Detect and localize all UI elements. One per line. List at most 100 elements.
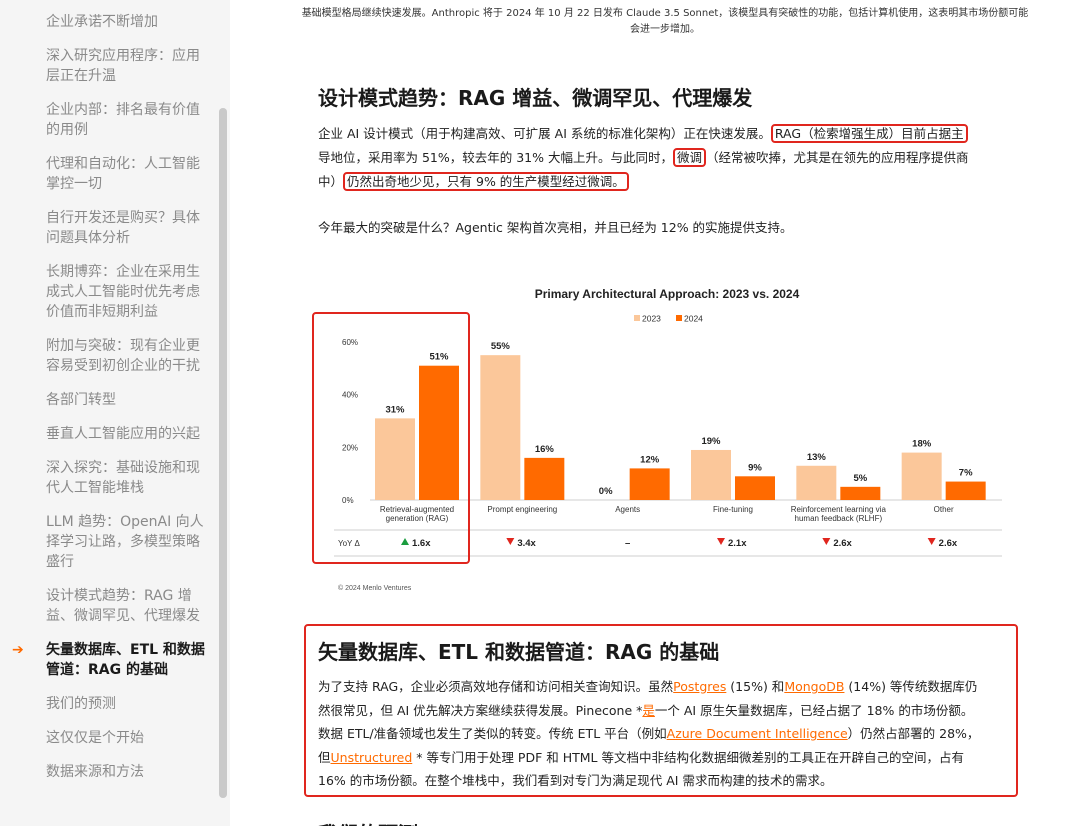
arrow-down-icon — [927, 538, 936, 545]
link-unstructured[interactable]: Unstructured — [331, 750, 413, 765]
text-line: 16% 的市场份额。在整个堆栈中，我们看到对专门为满足现代 AI 需求而构建的技… — [318, 773, 833, 788]
sidebar-scrollbar[interactable] — [219, 108, 227, 798]
data-label: 0% — [599, 486, 613, 497]
text-span: (15%) 和 — [726, 679, 785, 694]
sidebar-item[interactable]: 代理和自动化：人工智能掌控一切 — [0, 154, 220, 194]
sidebar-item[interactable]: 深入探究：基础设施和现代人工智能堆栈 — [0, 458, 220, 498]
x-category-label: Prompt engineering — [487, 505, 557, 514]
sidebar-item[interactable]: 自行开发还是购买？具体问题具体分析 — [0, 208, 220, 248]
sidebar-item-label: 自行开发还是购买？具体问题具体分析 — [46, 210, 200, 246]
yoy-value: – — [625, 538, 630, 549]
data-label: 19% — [701, 436, 721, 447]
data-label: 55% — [491, 341, 511, 352]
sidebar-item[interactable]: 各部门转型 — [0, 390, 220, 410]
chart-copyright: © 2024 Menlo Ventures — [338, 584, 412, 592]
text-span: （经常被吹捧，尤其是在领先的应用程序提供商 — [706, 150, 969, 165]
x-category-label: human feedback (RLHF) — [795, 514, 883, 523]
bar-2023-3 — [691, 449, 731, 500]
text-span: 然很常见，但 AI 优先解决方案继续获得发展。Pinecone * — [318, 702, 643, 718]
legend-label-2024: 2024 — [684, 314, 703, 324]
text-span: 一个 AI 原生矢量数据库，已经占据了 18% 的市场份额。 — [654, 702, 974, 718]
sidebar-item-label: 这仅仅是个开始 — [46, 730, 144, 746]
section-paragraph-1: 企业 AI 设计模式（用于构建高效、可扩展 AI 系统的标准化架构）正在快速发展… — [318, 122, 1038, 194]
sidebar-item[interactable]: ➔ 矢量数据库、ETL 和数据管道：RAG 的基础 — [0, 640, 220, 680]
sidebar-scrollbar-thumb[interactable] — [219, 108, 227, 798]
sidebar-nav: 企业承诺不断增加深入研究应用程序：应用层正在升温 企业内部：排名最有价值的用例 代理… — [0, 12, 220, 796]
bar-2023-4 — [796, 465, 837, 500]
sidebar-item[interactable]: 数据来源和方法 — [0, 762, 220, 782]
legend-swatch-2023 — [634, 315, 640, 321]
sidebar-item[interactable]: 这仅仅是个开始 — [0, 728, 220, 748]
section-heading-vector-db: 矢量数据库、ETL 和数据管道：RAG 的基础 — [318, 640, 720, 664]
link-azure-document-intelligence[interactable]: Azure Document Intelligence — [667, 726, 848, 741]
sidebar-item-label: 我们的预测 — [46, 696, 116, 712]
legend-label-2023: 2023 — [642, 314, 661, 324]
sidebar-item-label: 数据来源和方法 — [46, 764, 144, 780]
sidebar-item-label: 长期博弈：企业在采用生成式人工智能时优先考虑价值而非短期利益 — [46, 264, 200, 320]
sidebar-item-label: 垂直人工智能应用的兴起 — [46, 426, 200, 442]
sidebar-item[interactable]: 设计模式趋势：RAG 增益、微调罕见、代理爆发 — [0, 586, 220, 626]
sidebar-item[interactable]: 深入研究应用程序：应用层正在升温 — [0, 46, 220, 86]
sidebar-item-label: 设计模式趋势：RAG 增益、微调罕见、代理爆发 — [46, 588, 200, 624]
section-heading-design-patterns: 设计模式趋势：RAG 增益、微调罕见、代理爆发 — [318, 86, 753, 110]
sidebar-item-label: 企业承诺不断增加 — [46, 14, 158, 30]
sidebar-item[interactable]: 企业内部：排名最有价值的用例 — [0, 100, 220, 140]
arrow-down-icon — [822, 538, 831, 545]
data-label: 12% — [640, 454, 660, 465]
highlight-finetune: 微调 — [673, 148, 707, 167]
legend-swatch-2024 — [676, 315, 682, 321]
sidebar-item-label: 代理和自动化：人工智能掌控一切 — [46, 156, 200, 192]
sidebar-item-label: 各部门转型 — [46, 392, 116, 408]
link-pinecone[interactable]: 是 — [642, 703, 655, 718]
bar-2023-5 — [901, 452, 942, 500]
yoy-value: 3.4x — [517, 538, 536, 549]
text-span: 为了支持 RAG，企业必须高效地存储和访问相关查询知识。虽然 — [318, 679, 674, 694]
highlight-rag: RAG（检索增强生成）目前占据主 — [770, 124, 968, 143]
active-arrow-icon: ➔ — [12, 642, 24, 658]
chart-title: Primary Architectural Approach: 2023 vs.… — [535, 287, 800, 301]
sidebar-item-label: 深入研究应用程序：应用层正在升温 — [46, 48, 200, 84]
bar-2024-2 — [629, 468, 670, 500]
data-label: 9% — [748, 462, 762, 473]
section-paragraph-3: 为了支持 RAG，企业必须高效地存储和访问相关查询知识。虽然Postgres (… — [318, 675, 1004, 793]
link-postgres[interactable]: Postgres — [673, 679, 726, 694]
section-heading-predictions: 我们的预测 — [318, 818, 418, 826]
arrow-down-icon — [717, 538, 725, 545]
data-label: 18% — [912, 439, 932, 450]
text-span: 导地位，采用率为 51%，较去年的 31% 大幅上升。与此同时， — [318, 150, 673, 165]
section-vector-db: 矢量数据库、ETL 和数据管道：RAG 的基础 为了支持 RAG，企业必须高效地… — [304, 624, 1018, 797]
yoy-value: 2.1x — [728, 538, 747, 549]
x-category-label: Other — [934, 505, 954, 514]
sidebar-item[interactable]: 长期博弈：企业在采用生成式人工智能时优先考虑价值而非短期利益 — [0, 262, 220, 322]
figure-caption: 基础模型格局继续快速发展。Anthropic 将于 2024 年 10 月 22… — [301, 8, 1029, 35]
sidebar-item[interactable]: 垂直人工智能应用的兴起 — [0, 424, 220, 444]
bar-2024-1 — [524, 457, 565, 500]
section-paragraph-2: 今年最大的突破是什么？Agentic 架构首次亮相，并且已经为 12% 的实施提… — [318, 220, 793, 235]
yoy-value: 2.6x — [939, 538, 958, 549]
sidebar-item-label: 企业内部：排名最有价值的用例 — [46, 102, 200, 138]
highlight-rag-bars — [312, 312, 470, 564]
data-label: 13% — [807, 452, 827, 463]
sidebar-item-label: 矢量数据库、ETL 和数据管道：RAG 的基础 — [46, 642, 205, 678]
data-label: 5% — [853, 473, 867, 484]
x-category-label: Fine-tuning — [713, 505, 753, 514]
sidebar-item[interactable]: 企业承诺不断增加 — [0, 12, 220, 32]
sidebar-item-label: LLM 趋势：OpenAI 向人择学习让路，多模型策略盛行 — [46, 514, 204, 570]
text-span: * 等专门用于处理 PDF 和 HTML 等文档中非结构化数据细微差别的工具正在… — [412, 749, 964, 765]
data-label: 16% — [535, 444, 555, 455]
text-span: 中） — [318, 174, 344, 189]
x-category-label: Agents — [615, 505, 640, 514]
link-mongodb[interactable]: MongoDB — [784, 679, 844, 694]
text-span: 企业 AI 设计模式（用于构建高效、可扩展 AI 系统的标准化架构）正在快速发展… — [318, 126, 771, 141]
article: 基础模型格局继续快速发展。Anthropic 将于 2024 年 10 月 22… — [300, 0, 1040, 826]
sidebar-item[interactable]: LLM 趋势：OpenAI 向人择学习让路，多模型策略盛行 — [0, 512, 220, 572]
data-label: 7% — [959, 468, 973, 479]
x-category-label: Reinforcement learning via — [791, 505, 887, 514]
arrow-down-icon — [506, 538, 515, 545]
bar-2024-4 — [840, 486, 881, 500]
text-span: 但 — [318, 749, 331, 765]
bar-2023-1 — [480, 355, 521, 500]
sidebar-item[interactable]: 附加与突破：现有企业更容易受到初创企业的干扰 — [0, 336, 220, 376]
sidebar-item[interactable]: 我们的预测 — [0, 694, 220, 714]
highlight-finetune-rare: 仍然出奇地少见，只有 9% 的生产模型经过微调。 — [343, 172, 629, 191]
